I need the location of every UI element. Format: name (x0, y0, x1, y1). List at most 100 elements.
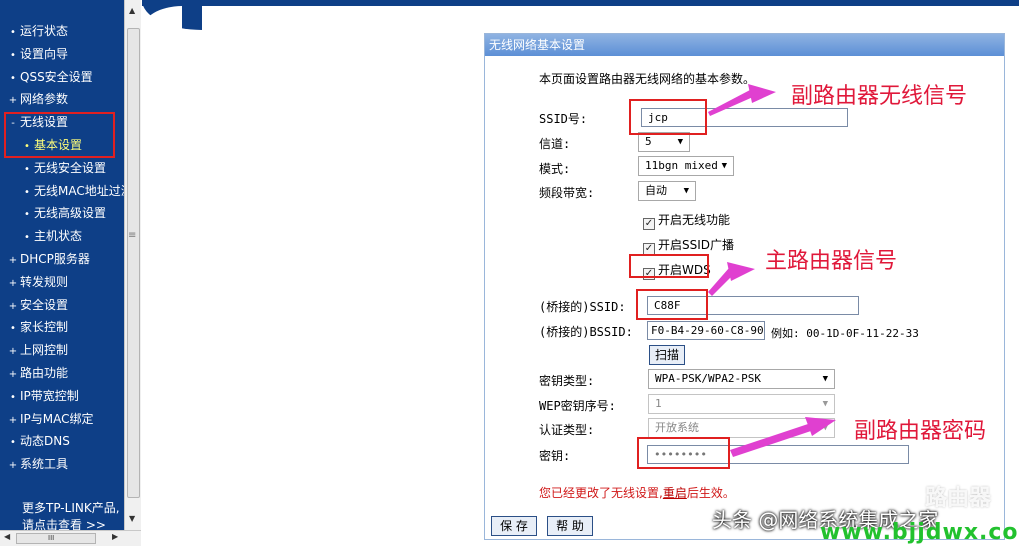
sidebar-item-routing[interactable]: + 路由功能 (0, 362, 124, 385)
bandwidth-select[interactable]: 自动 ▼ (638, 181, 696, 201)
sidebar-item-label: 动态DNS (20, 434, 70, 449)
mode-label: 模式: (539, 162, 571, 176)
mode-select[interactable]: 11bgn mixed ▼ (638, 156, 734, 176)
sidebar-item-network[interactable]: + 网络参数 (0, 88, 124, 111)
sidebar-item-wireless-mac-filter[interactable]: • 无线MAC地址过滤 (0, 180, 124, 203)
scan-button[interactable]: 扫描 (649, 345, 685, 365)
grip-icon: ≡ (128, 230, 137, 241)
sidebar-item-label: 主机状态 (34, 229, 83, 244)
sidebar-item-security[interactable]: + 安全设置 (0, 294, 124, 317)
bullet-icon: • (24, 163, 30, 175)
sidebar-item-parental[interactable]: • 家长控制 (0, 316, 124, 339)
sidebar-item-label: QSS安全设置 (20, 69, 93, 84)
enable-wireless-label: 开启无线功能 (658, 213, 731, 227)
scroll-down-icon[interactable]: ▼ (129, 514, 135, 523)
sidebar-item-label: 路由功能 (20, 365, 69, 380)
scroll-left-icon[interactable]: ◀ (4, 532, 10, 541)
sidebar-item-label: 无线MAC地址过滤 (34, 183, 124, 198)
key-type-label: 密钥类型: (539, 374, 595, 388)
enable-ssid-broadcast-label: 开启SSID广播 (658, 238, 735, 252)
enable-ssid-broadcast-checkbox[interactable]: ✓ 开启SSID广播 (643, 236, 734, 255)
bandwidth-label: 频段带宽: (539, 186, 595, 200)
sidebar-item-wireless-advanced[interactable]: • 无线高级设置 (0, 202, 124, 225)
sidebar-item-label: 网络参数 (20, 92, 69, 107)
bridge-ssid-label: (桥接的)SSID: (539, 300, 626, 314)
restart-notice: 您已经更改了无线设置,重启后生效。 (539, 484, 735, 501)
menu-highlight-box (4, 112, 115, 158)
vertical-scrollbar[interactable]: ▲ ≡ ▼ (124, 0, 141, 530)
wep-index-select[interactable]: 1 ▼ (648, 394, 835, 414)
more-products-link[interactable]: 更多TP-LINK产品, 请点击查看 >> (22, 500, 120, 530)
sidebar-item-label: 无线高级设置 (34, 206, 107, 221)
restart-link[interactable]: 重启 (663, 486, 687, 500)
sidebar-item-wireless-security[interactable]: • 无线安全设置 (0, 157, 124, 180)
sidebar-item-ddns[interactable]: • 动态DNS (0, 430, 124, 453)
bridge-bssid-label: (桥接的)BSSID: (539, 325, 633, 339)
sidebar-item-ip-mac-binding[interactable]: + IP与MAC绑定 (0, 408, 124, 431)
sidebar-item-qss[interactable]: • QSS安全设置 (0, 66, 124, 89)
key-highlight-box (637, 437, 730, 469)
channel-value: 5 (645, 135, 652, 148)
hscroll-thumb[interactable] (16, 533, 96, 544)
plus-icon: + (8, 368, 18, 380)
sidebar-item-access-control[interactable]: + 上网控制 (0, 339, 124, 362)
auth-type-label: 认证类型: (539, 423, 595, 437)
key-type-select[interactable]: WPA-PSK/WPA2-PSK ▼ (648, 369, 835, 389)
sidebar-item-label: 安全设置 (20, 297, 69, 312)
bullet-icon: • (24, 209, 30, 221)
plus-icon: + (8, 254, 18, 266)
sidebar-item-label: 运行状态 (20, 24, 69, 38)
sidebar-item-system-tools[interactable]: + 系统工具 (0, 453, 124, 476)
annotation-main-signal: 主路由器信号 (765, 249, 898, 274)
annotation-secondary-signal: 副路由器无线信号 (791, 84, 968, 109)
chevron-down-icon: ▼ (822, 374, 828, 384)
bullet-icon: • (24, 186, 30, 198)
bridge-bssid-input[interactable]: F0-B4-29-60-C8-90 (647, 321, 765, 340)
sidebar-item-forwarding[interactable]: + 转发规则 (0, 271, 124, 294)
sidebar-item-label: 无线安全设置 (34, 160, 107, 175)
scroll-right-icon[interactable]: ▶ (112, 532, 118, 541)
sidebar-item-label: DHCP服务器 (20, 251, 90, 266)
key-type-value: WPA-PSK/WPA2-PSK (655, 372, 761, 385)
hgrip-icon: III (48, 534, 55, 542)
chevron-down-icon: ▼ (683, 186, 689, 196)
help-button[interactable]: 帮 助 (547, 516, 593, 536)
chevron-down-icon: ▼ (822, 423, 828, 433)
scroll-up-icon[interactable]: ▲ (129, 6, 135, 15)
notice-text: 您已经更改了无线设置, (539, 486, 663, 500)
sidebar-item-wizard[interactable]: • 设置向导 (0, 43, 124, 66)
panel-title: 无线网络基本设置 (485, 34, 1004, 56)
channel-label: 信道: (539, 137, 571, 151)
more-products-line1: 更多TP-LINK产品, (22, 501, 120, 515)
sidebar-item-bandwidth[interactable]: • IP带宽控制 (0, 385, 124, 408)
horizontal-scrollbar[interactable]: ◀ III ▶ (0, 530, 141, 546)
ssid-label: SSID号: (539, 112, 588, 126)
scroll-thumb[interactable] (127, 28, 140, 498)
sidebar-item-status[interactable]: • 运行状态 (0, 20, 124, 43)
watermark-site: www.bjjdwx.com (820, 520, 1019, 545)
bullet-icon: • (10, 323, 16, 335)
auth-type-select[interactable]: 开放系统 ▼ (648, 418, 835, 438)
sidebar-item-dhcp[interactable]: + DHCP服务器 (0, 248, 124, 271)
bullet-icon: • (10, 437, 16, 449)
annotation-secondary-password: 副路由器密码 (854, 419, 987, 444)
sidebar-item-label: 系统工具 (20, 457, 69, 472)
bullet-icon: • (10, 49, 16, 61)
plus-icon: + (8, 460, 18, 472)
sidebar-item-label: 设置向导 (20, 46, 69, 61)
wep-index-label: WEP密钥序号: (539, 399, 616, 413)
chevron-down-icon: ▼ (822, 399, 828, 409)
enable-wireless-checkbox[interactable]: ✓ 开启无线功能 (643, 211, 730, 230)
bssid-example: 例如: 00-1D-0F-11-22-33 (771, 327, 919, 340)
bullet-icon: • (10, 27, 16, 38)
notice-suffix: 后生效。 (686, 486, 735, 500)
plus-icon: + (8, 277, 18, 289)
plus-icon: + (8, 346, 18, 358)
plus-icon: + (8, 300, 18, 312)
sidebar-item-host-status[interactable]: • 主机状态 (0, 225, 124, 248)
key-label: 密钥: (539, 449, 571, 463)
save-button[interactable]: 保 存 (491, 516, 537, 536)
bullet-icon: • (24, 232, 30, 244)
channel-select[interactable]: 5 ▼ (638, 132, 690, 152)
mode-value: 11bgn mixed (645, 159, 718, 172)
